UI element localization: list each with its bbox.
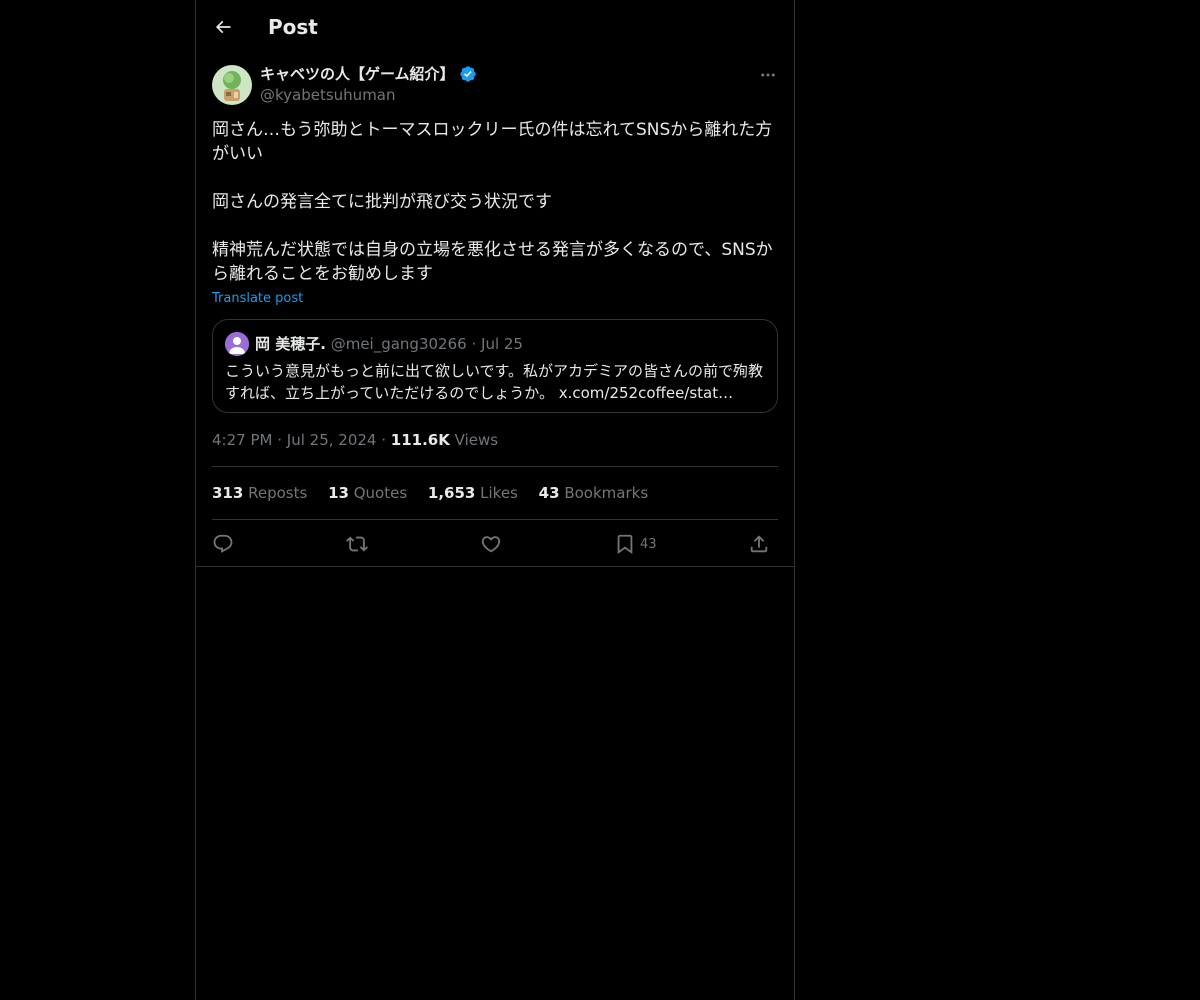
- default-user-icon: [225, 332, 249, 356]
- post-date[interactable]: Jul 25, 2024: [287, 431, 377, 449]
- cabbage-avatar-image: [212, 65, 252, 105]
- quoted-post-card[interactable]: 岡 美穂子. @mei_gang30266 · Jul 25 こういう意見がもっ…: [212, 319, 778, 413]
- quoted-post-header: 岡 美穂子. @mei_gang30266 · Jul 25: [255, 333, 523, 355]
- post-paragraph: 精神荒んだ状態では自身の立場を悪化させる発言が多くなるので、SNSから離れること…: [212, 240, 773, 284]
- quotes-stat[interactable]: 13 Quotes: [328, 484, 412, 502]
- reply-icon: [213, 534, 233, 553]
- action-bar: 43: [212, 530, 778, 558]
- divider: [212, 466, 778, 467]
- likes-stat[interactable]: 1,653 Likes: [428, 484, 523, 502]
- quoted-author-avatar: [225, 332, 249, 356]
- reply-button[interactable]: [212, 530, 234, 558]
- post-header: Post: [196, 0, 794, 54]
- post-bottom-border: [196, 566, 794, 567]
- heart-icon: [481, 536, 501, 553]
- quoted-author-handle: @mei_gang30266: [330, 335, 467, 353]
- repost-button[interactable]: [346, 530, 368, 558]
- separator-dot: ·: [471, 335, 477, 353]
- share-button[interactable]: [748, 530, 770, 558]
- post-column: Post キャベツの人【ゲーム紹介】 @kyabetsuhuman 岡さん…もう…: [195, 0, 795, 1000]
- arrow-left-icon: [215, 20, 231, 34]
- post-paragraph: 岡さん…もう弥助とトーマスロックリー氏の件は忘れてSNSから離れた方がいい: [212, 120, 773, 164]
- share-icon: [750, 535, 768, 553]
- author-display-name: キャベツの人【ゲーム紹介】: [260, 65, 455, 83]
- more-options-button[interactable]: [754, 64, 782, 86]
- bookmarks-stat[interactable]: 43 Bookmarks: [539, 484, 648, 502]
- views-label: Views: [454, 431, 499, 449]
- author-handle[interactable]: @kyabetsuhuman: [260, 85, 396, 105]
- post-meta: 4:27 PM · Jul 25, 2024 · 111.6K Views: [212, 431, 499, 449]
- divider: [212, 519, 778, 520]
- engagement-stats: 313 Reposts 13 Quotes 1,653 Likes 43 Boo…: [212, 483, 664, 503]
- post-paragraph: 岡さんの発言全てに批判が飛び交う状況です: [212, 192, 552, 212]
- views-count: 111.6K: [390, 431, 450, 449]
- more-dots-icon: [761, 73, 775, 77]
- translate-post-link[interactable]: Translate post: [212, 290, 303, 308]
- bookmark-count: 43: [640, 536, 657, 552]
- like-button[interactable]: [480, 530, 502, 558]
- author-avatar[interactable]: [212, 65, 252, 105]
- verified-badge-icon: [459, 66, 476, 82]
- reposts-stat[interactable]: 313 Reposts: [212, 484, 312, 502]
- quoted-author-name: 岡 美穂子.: [255, 335, 326, 353]
- back-button[interactable]: [206, 10, 240, 44]
- post-time[interactable]: 4:27 PM: [212, 431, 272, 449]
- bookmark-icon: [617, 534, 633, 555]
- quoted-post-date: Jul 25: [481, 335, 523, 353]
- quoted-post-text: こういう意見がもっと前に出て欲しいです。私がアカデミアの皆さんの前で殉教すれば、…: [225, 362, 764, 402]
- post-text: 岡さん…もう弥助とトーマスロックリー氏の件は忘れてSNSから離れた方がいい 岡さ…: [212, 118, 780, 286]
- page-title: Post: [268, 15, 318, 39]
- repost-icon: [346, 536, 368, 552]
- author-name[interactable]: キャベツの人【ゲーム紹介】: [260, 64, 477, 84]
- bookmark-button[interactable]: 43: [614, 530, 657, 558]
